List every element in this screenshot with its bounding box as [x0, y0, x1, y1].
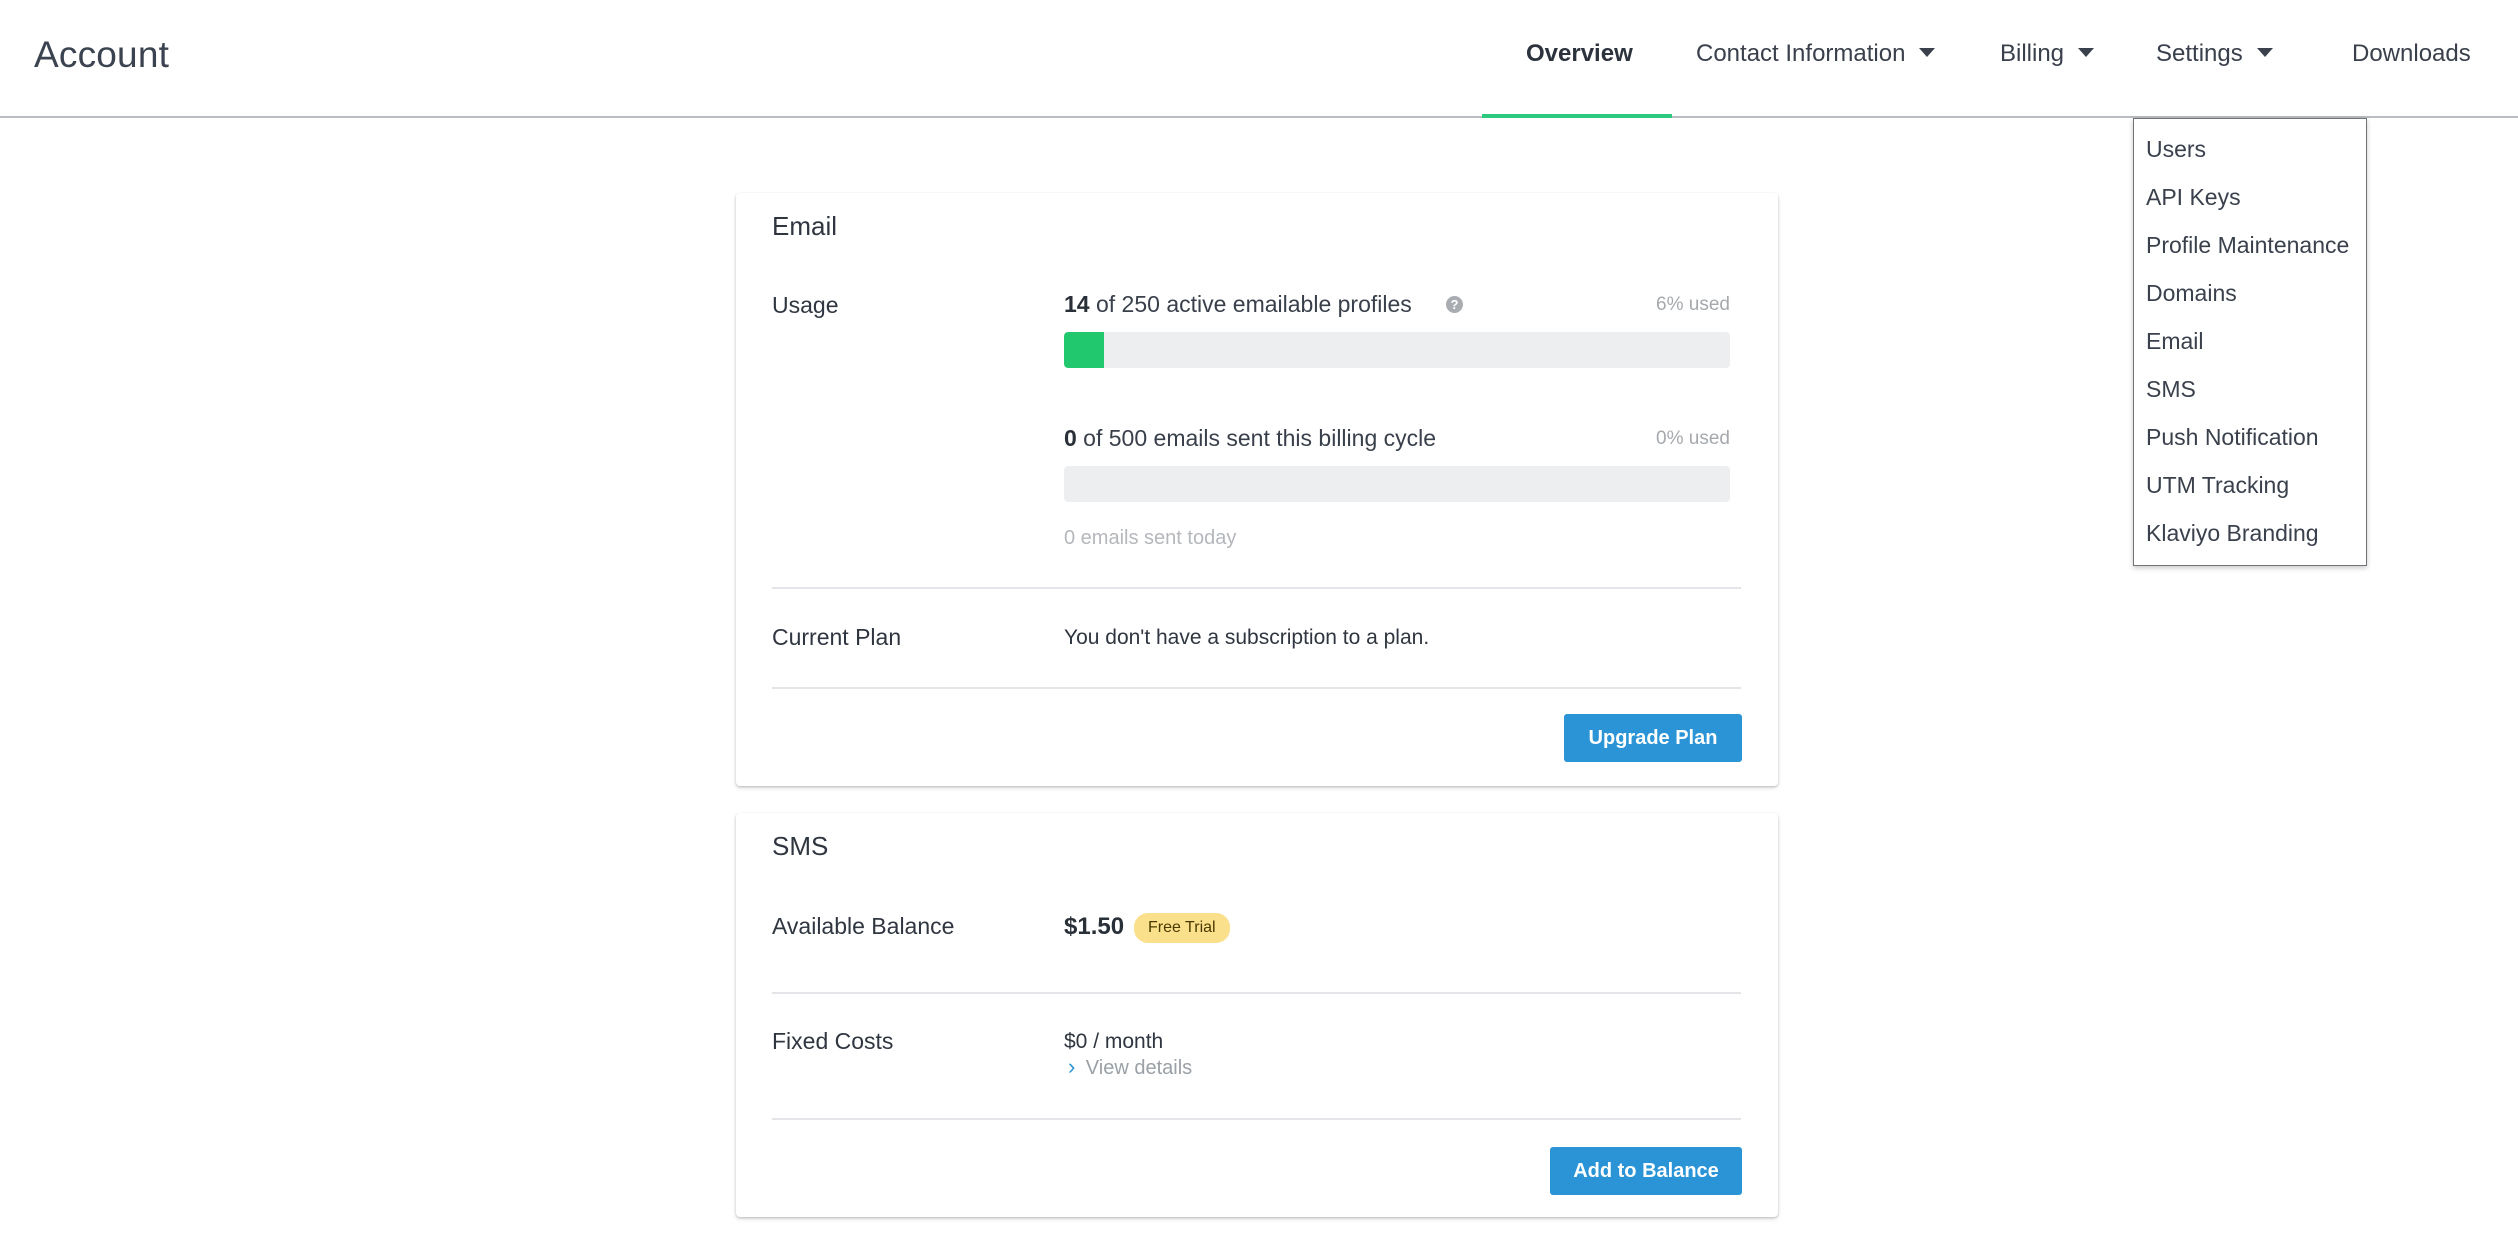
- balance-value: $1.50: [1064, 913, 1125, 940]
- tab-billing-label: Billing: [2000, 40, 2065, 67]
- profiles-progress-fill: [1064, 332, 1104, 368]
- active-tab-indicator: [1482, 114, 1672, 118]
- current-plan-label: Current Plan: [772, 624, 902, 650]
- email-card-title: Email: [772, 211, 838, 241]
- help-icon[interactable]: ?: [1446, 296, 1463, 313]
- top-nav: Overview Contact Information Billing Set…: [0, 0, 2518, 118]
- caret-down-icon: [1919, 48, 1936, 58]
- profiles-count: 14: [1064, 291, 1090, 317]
- top-header: Account Overview Contact Information Bil…: [0, 0, 2518, 118]
- profiles-progress-bar: [1064, 332, 1730, 368]
- emails-percent-used: 0% used: [1656, 428, 1730, 449]
- emails-usage-text: 0 of 500 emails sent this billing cycle: [1064, 425, 1436, 452]
- sms-card-title: SMS: [772, 831, 829, 861]
- add-to-balance-button[interactable]: Add to Balance: [1550, 1147, 1742, 1195]
- emails-sent-today: 0 emails sent today: [1064, 527, 1237, 549]
- menu-item-email[interactable]: Email: [2146, 328, 2204, 355]
- menu-item-api-keys[interactable]: API Keys: [2146, 184, 2241, 211]
- email-card: Email Usage 14 of 250 active emailable p…: [736, 193, 1778, 786]
- emails-progress-bar: [1064, 466, 1730, 502]
- divider: [772, 587, 1741, 589]
- profiles-percent-used: 6% used: [1656, 294, 1730, 315]
- tab-contact-information-label: Contact Information: [1696, 40, 1906, 67]
- emails-count: 0: [1064, 425, 1077, 451]
- menu-item-push-notification[interactable]: Push Notification: [2146, 424, 2319, 451]
- tab-billing[interactable]: Billing: [2000, 40, 2095, 68]
- upgrade-plan-button[interactable]: Upgrade Plan: [1564, 714, 1742, 762]
- fixed-costs-label: Fixed Costs: [772, 1028, 894, 1054]
- divider: [772, 687, 1741, 689]
- menu-item-profile-maintenance[interactable]: Profile Maintenance: [2146, 232, 2349, 259]
- menu-item-klaviyo-branding[interactable]: Klaviyo Branding: [2146, 520, 2319, 547]
- caret-down-icon: [2078, 48, 2095, 58]
- profiles-usage-text: 14 of 250 active emailable profiles: [1064, 291, 1412, 318]
- menu-item-utm-tracking[interactable]: UTM Tracking: [2146, 472, 2289, 499]
- usage-label: Usage: [772, 292, 839, 318]
- chevron-right-icon: ›: [1068, 1054, 1076, 1079]
- caret-down-icon: [2256, 48, 2273, 58]
- tab-overview-label: Overview: [1526, 40, 1633, 67]
- tab-overview[interactable]: Overview: [1526, 40, 1633, 68]
- settings-dropdown-menu: Users API Keys Profile Maintenance Domai…: [2133, 118, 2367, 566]
- available-balance-label: Available Balance: [772, 913, 955, 939]
- menu-item-domains[interactable]: Domains: [2146, 280, 2237, 307]
- tab-downloads[interactable]: Downloads: [2352, 40, 2471, 68]
- sms-card: SMS Available Balance $1.50 Free Trial F…: [736, 813, 1778, 1217]
- tab-downloads-label: Downloads: [2352, 40, 2471, 67]
- fixed-costs-value: $0 / month: [1064, 1030, 1164, 1053]
- view-details-label: View details: [1085, 1057, 1193, 1079]
- tab-settings-label: Settings: [2156, 40, 2243, 67]
- tab-settings[interactable]: Settings: [2156, 40, 2273, 68]
- view-details-link[interactable]: › View details: [1068, 1054, 1192, 1080]
- menu-item-sms[interactable]: SMS: [2146, 376, 2196, 403]
- emails-usage-desc: of 500 emails sent this billing cycle: [1076, 425, 1437, 451]
- status-badge: Free Trial: [1134, 913, 1230, 943]
- current-plan-text: You don't have a subscription to a plan.: [1064, 626, 1430, 649]
- divider: [772, 1118, 1741, 1120]
- divider: [772, 992, 1741, 994]
- tab-contact-information[interactable]: Contact Information: [1696, 40, 1936, 68]
- menu-item-users[interactable]: Users: [2146, 136, 2206, 163]
- profiles-usage-desc: of 250 active emailable profiles: [1089, 291, 1412, 317]
